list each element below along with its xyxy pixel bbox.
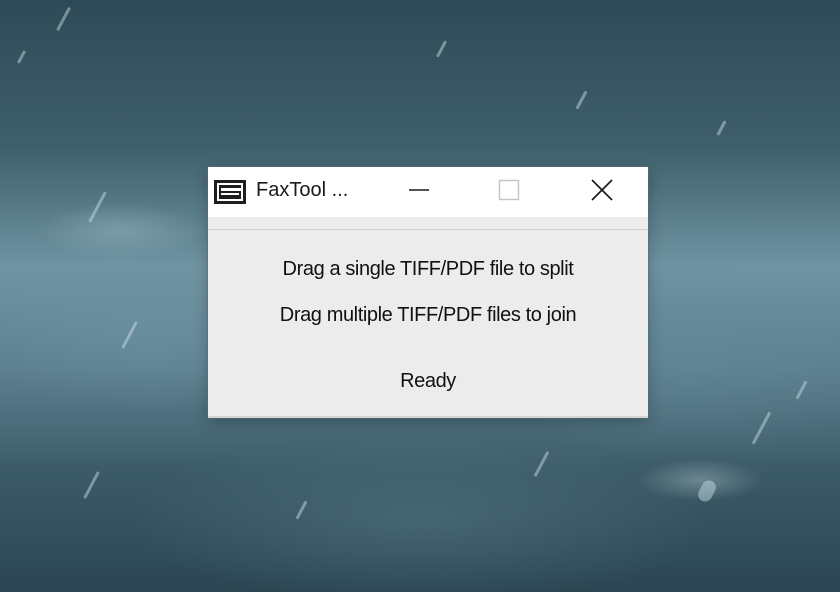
rain-streak — [121, 321, 138, 349]
window-bottom-edge — [208, 416, 648, 418]
rain-streak — [16, 50, 27, 64]
title-bar[interactable]: FaxTool ... — [208, 167, 648, 217]
rain-streak — [83, 471, 100, 499]
close-button[interactable] — [556, 167, 648, 217]
rain-splash — [695, 478, 719, 504]
app-icon[interactable] — [214, 180, 246, 204]
close-icon — [590, 178, 614, 207]
minimize-icon — [408, 179, 430, 206]
instruction-join-label: Drag multiple TIFF/PDF files to join — [279, 304, 577, 326]
faxtool-window: FaxTool ... Drag a single TIFF/PDF file … — [208, 167, 648, 418]
rain-streak — [533, 450, 550, 478]
maximize-button[interactable] — [464, 167, 554, 217]
rain-streak — [751, 411, 772, 445]
instruction-split-label: Drag a single TIFF/PDF file to split — [282, 258, 574, 280]
status-label: Ready — [400, 370, 456, 392]
rain-streak — [575, 90, 588, 110]
rain-streak — [795, 380, 808, 400]
menu-divider — [208, 229, 648, 230]
rain-streak — [435, 40, 448, 58]
maximize-icon — [498, 179, 520, 206]
minimize-button[interactable] — [374, 167, 464, 217]
rain-streak — [716, 120, 727, 136]
rain-streak — [295, 500, 308, 520]
window-title: FaxTool ... — [256, 179, 349, 201]
rain-streak — [56, 6, 71, 32]
rain-streak — [88, 191, 107, 223]
